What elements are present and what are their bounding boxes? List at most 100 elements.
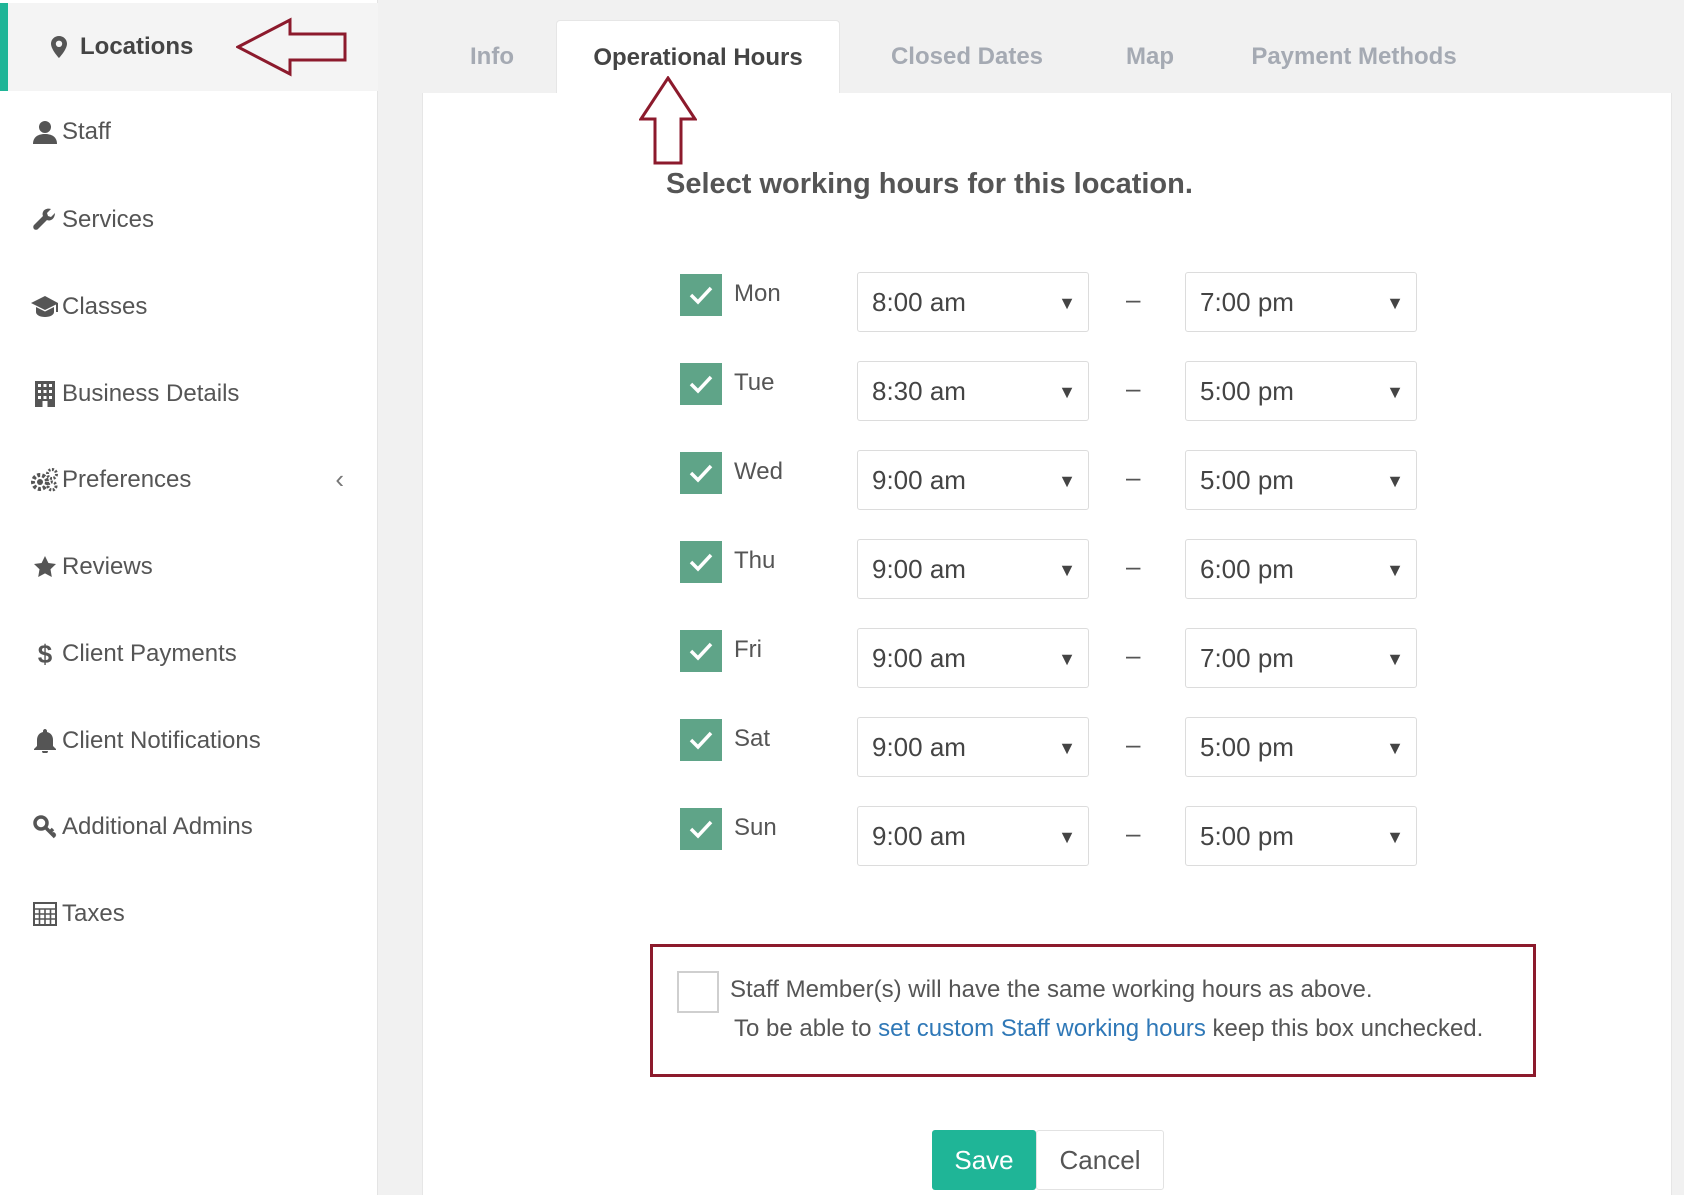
day-checkbox[interactable] — [680, 630, 722, 672]
caret-down-icon: ▼ — [1386, 382, 1404, 402]
start-time-value: 9:00 am — [872, 553, 966, 584]
tab-operational-hours[interactable]: Operational Hours — [556, 20, 840, 94]
caret-down-icon: ▼ — [1058, 560, 1076, 580]
sidebar-item-label: Additional Admins — [62, 813, 253, 840]
sidebar-item-staff[interactable]: Staff — [0, 88, 378, 176]
building-icon — [30, 381, 60, 407]
end-time-value: 7:00 pm — [1200, 286, 1294, 317]
day-label: Tue — [734, 369, 775, 396]
graduation-cap-icon — [30, 296, 60, 318]
end-time-select[interactable]: 5:00 pm ▼ — [1185, 361, 1417, 421]
calculator-icon — [30, 902, 60, 926]
tab-payment-methods[interactable]: Payment Methods — [1230, 20, 1478, 94]
time-separator: – — [1126, 373, 1141, 403]
day-checkbox[interactable] — [680, 808, 722, 850]
sidebar-item-client-notifications[interactable]: Client Notifications — [0, 697, 378, 785]
caret-down-icon: ▼ — [1386, 649, 1404, 669]
custom-staff-hours-link[interactable]: set custom Staff working hours — [878, 1015, 1206, 1042]
wrench-icon — [30, 208, 60, 232]
tab-map[interactable]: Map — [1098, 20, 1202, 94]
day-checkbox[interactable] — [680, 541, 722, 583]
sidebar-item-additional-admins[interactable]: Additional Admins — [0, 783, 378, 871]
cancel-button[interactable]: Cancel — [1036, 1130, 1164, 1190]
sidebar-item-classes[interactable]: Classes — [0, 263, 378, 351]
hours-row-wed: Wed 9:00 am ▼ – 5:00 pm ▼ — [680, 450, 1420, 510]
caret-down-icon: ▼ — [1058, 293, 1076, 313]
sidebar-item-business-details[interactable]: Business Details — [0, 350, 378, 438]
time-separator: – — [1126, 640, 1141, 670]
day-checkbox[interactable] — [680, 719, 722, 761]
caret-down-icon: ▼ — [1058, 738, 1076, 758]
hours-row-sat: Sat 9:00 am ▼ – 5:00 pm ▼ — [680, 717, 1420, 777]
sidebar-item-label: Classes — [62, 293, 148, 320]
sidebar-item-label: Services — [62, 206, 155, 233]
end-time-select[interactable]: 5:00 pm ▼ — [1185, 450, 1417, 510]
sidebar-item-label: Client Notifications — [62, 727, 261, 754]
day-label: Thu — [734, 547, 776, 574]
tab-info[interactable]: Info — [422, 20, 562, 94]
caret-down-icon: ▼ — [1386, 560, 1404, 580]
start-time-value: 9:00 am — [872, 820, 966, 851]
sidebar-item-client-payments[interactable]: $ Client Payments — [0, 610, 378, 698]
start-time-select[interactable]: 9:00 am ▼ — [857, 806, 1089, 866]
tab-bar: Info Operational Hours Closed Dates Map … — [422, 20, 1672, 94]
hours-row-tue: Tue 8:30 am ▼ – 5:00 pm ▼ — [680, 361, 1420, 421]
chevron-left-icon[interactable]: ‹ — [335, 464, 344, 495]
caret-down-icon: ▼ — [1058, 382, 1076, 402]
start-time-select[interactable]: 9:00 am ▼ — [857, 539, 1089, 599]
user-icon — [30, 120, 60, 144]
hours-row-sun: Sun 9:00 am ▼ – 5:00 pm ▼ — [680, 806, 1420, 866]
caret-down-icon: ▼ — [1386, 738, 1404, 758]
start-time-select[interactable]: 8:00 am ▼ — [857, 272, 1089, 332]
checkmark-icon — [689, 642, 713, 661]
caret-down-icon: ▼ — [1058, 649, 1076, 669]
time-separator: – — [1126, 284, 1141, 314]
start-time-value: 8:00 am — [872, 286, 966, 317]
time-separator: – — [1126, 818, 1141, 848]
end-time-select[interactable]: 7:00 pm ▼ — [1185, 628, 1417, 688]
caret-down-icon: ▼ — [1386, 827, 1404, 847]
checkmark-icon — [689, 286, 713, 305]
map-pin-icon — [44, 36, 74, 58]
caret-down-icon: ▼ — [1058, 827, 1076, 847]
staff-same-hours-checkbox[interactable] — [677, 971, 719, 1013]
start-time-value: 8:30 am — [872, 375, 966, 406]
day-checkbox[interactable] — [680, 452, 722, 494]
day-label: Mon — [734, 280, 781, 307]
start-time-select[interactable]: 9:00 am ▼ — [857, 717, 1089, 777]
end-time-value: 5:00 pm — [1200, 731, 1294, 762]
bell-icon — [30, 729, 60, 753]
start-time-select[interactable]: 8:30 am ▼ — [857, 361, 1089, 421]
save-button[interactable]: Save — [932, 1130, 1036, 1190]
sidebar-item-label: Taxes — [62, 900, 125, 927]
sidebar-item-taxes[interactable]: Taxes — [0, 870, 378, 958]
end-time-select[interactable]: 6:00 pm ▼ — [1185, 539, 1417, 599]
day-label: Fri — [734, 636, 762, 663]
sidebar-item-label: Client Payments — [62, 640, 237, 667]
start-time-select[interactable]: 9:00 am ▼ — [857, 628, 1089, 688]
hours-row-thu: Thu 9:00 am ▼ – 6:00 pm ▼ — [680, 539, 1420, 599]
day-checkbox[interactable] — [680, 274, 722, 316]
day-checkbox[interactable] — [680, 363, 722, 405]
end-time-select[interactable]: 7:00 pm ▼ — [1185, 272, 1417, 332]
end-time-select[interactable]: 5:00 pm ▼ — [1185, 717, 1417, 777]
star-icon — [30, 555, 60, 579]
sidebar-item-label: Business Details — [62, 380, 240, 407]
sidebar-item-label: Locations — [80, 33, 194, 60]
staff-hours-hint: To be able to set custom Staff working h… — [734, 1015, 1483, 1043]
end-time-value: 5:00 pm — [1200, 820, 1294, 851]
sidebar-item-preferences[interactable]: Preferences ‹ — [0, 436, 378, 524]
caret-down-icon: ▼ — [1058, 471, 1076, 491]
sidebar-item-services[interactable]: Services — [0, 176, 378, 264]
sidebar-item-reviews[interactable]: Reviews — [0, 523, 378, 611]
end-time-value: 5:00 pm — [1200, 375, 1294, 406]
staff-hint-prefix: To be able to — [734, 1015, 879, 1042]
day-label: Sun — [734, 814, 777, 841]
tab-closed-dates[interactable]: Closed Dates — [862, 20, 1072, 94]
start-time-select[interactable]: 9:00 am ▼ — [857, 450, 1089, 510]
staff-hours-box: Staff Member(s) will have the same worki… — [650, 944, 1536, 1077]
staff-hours-text: Staff Member(s) will have the same worki… — [730, 976, 1373, 1003]
dollar-icon: $ — [37, 638, 53, 669]
end-time-select[interactable]: 5:00 pm ▼ — [1185, 806, 1417, 866]
checkmark-icon — [689, 464, 713, 483]
